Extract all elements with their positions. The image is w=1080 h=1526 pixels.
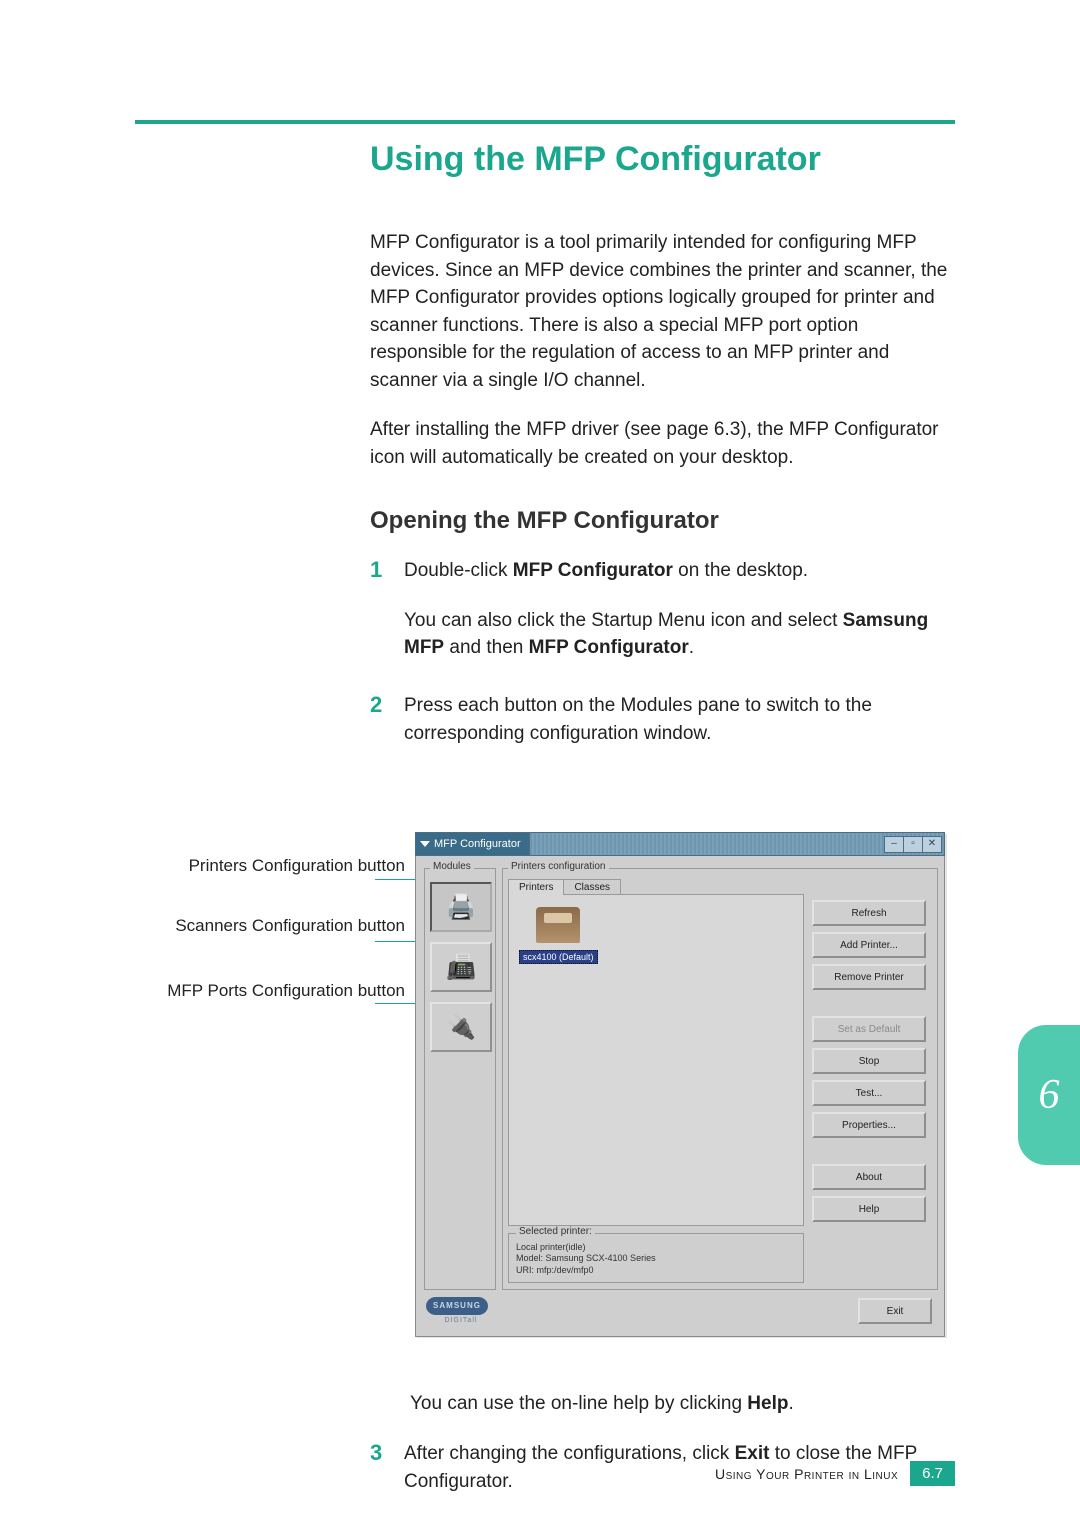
printers-config-label: Printers configuration <box>508 861 609 872</box>
step-1-line-1: Double-click MFP Configurator on the des… <box>404 557 955 585</box>
remove-printer-button[interactable]: Remove Printer <box>812 964 926 990</box>
step-2-line-1: Press each button on the Modules pane to… <box>404 692 955 747</box>
test-button[interactable]: Test... <box>812 1080 926 1106</box>
properties-button[interactable]: Properties... <box>812 1112 926 1138</box>
scanner-icon: 📠 <box>446 953 476 982</box>
callout-scanners-config: Scanners Configuration button <box>145 915 405 936</box>
section-heading: Opening the MFP Configurator <box>370 507 955 535</box>
printer-item[interactable]: scx4100 (Default) <box>519 907 598 965</box>
window-title: MFP Configurator <box>434 838 521 850</box>
intro-paragraph-1: MFP Configurator is a tool primarily int… <box>370 229 955 394</box>
callout-printers-config: Printers Configuration button <box>145 855 405 876</box>
step-number: 1 <box>370 557 404 684</box>
window-menu-icon[interactable] <box>420 841 430 847</box>
help-button[interactable]: Help <box>812 1196 926 1222</box>
page-number-badge: 6.7 <box>910 1461 955 1486</box>
scanners-config-button[interactable]: 📠 <box>430 942 492 992</box>
step-2: 2 Press each button on the Modules pane … <box>370 692 955 769</box>
about-button[interactable]: About <box>812 1164 926 1190</box>
mfp-ports-config-button[interactable]: 🔌 <box>430 1002 492 1052</box>
step-1-line-2: You can also click the Startup Menu icon… <box>404 607 955 662</box>
selected-printer-info: Local printer(idle) Model: Samsung SCX-4… <box>516 1242 656 1276</box>
window-titlebar[interactable]: MFP Configurator – ▫ ✕ <box>415 832 945 856</box>
brand-logo: SAMSUNG DIGITall <box>426 1297 496 1324</box>
minimize-button[interactable]: – <box>884 836 904 853</box>
footer-section-title: Using Your Printer in Linux <box>715 1466 898 1482</box>
stop-button[interactable]: Stop <box>812 1048 926 1074</box>
modules-label: Modules <box>430 861 474 872</box>
step-2-after: You can use the on-line help by clicking… <box>410 1390 955 1418</box>
exit-button[interactable]: Exit <box>858 1298 932 1324</box>
printer-item-icon <box>536 907 580 943</box>
printers-config-button[interactable]: 🖨️ <box>430 882 492 932</box>
intro-paragraph-2: After installing the MFP driver (see pag… <box>370 416 955 471</box>
step-1: 1 Double-click MFP Configurator on the d… <box>370 557 955 684</box>
page-title: Using the MFP Configurator <box>370 140 955 179</box>
port-icon: 🔌 <box>446 1013 476 1042</box>
set-default-button[interactable]: Set as Default <box>812 1016 926 1042</box>
callout-mfp-ports-config: MFP Ports Configuration button <box>145 980 405 1001</box>
printer-item-label: scx4100 (Default) <box>519 950 598 964</box>
tab-printers[interactable]: Printers <box>508 879 564 895</box>
chapter-tab: 6 <box>1018 1025 1080 1165</box>
brand-tagline: DIGITall <box>426 1317 496 1324</box>
tab-classes[interactable]: Classes <box>563 879 621 895</box>
printer-icon: 🖨️ <box>446 893 476 922</box>
selected-printer-label: Selected printer: <box>516 1226 595 1237</box>
step-number: 2 <box>370 692 404 769</box>
printers-list[interactable]: scx4100 (Default) <box>508 894 804 1226</box>
refresh-button[interactable]: Refresh <box>812 900 926 926</box>
brand-name: SAMSUNG <box>426 1297 488 1315</box>
maximize-button[interactable]: ▫ <box>903 836 923 853</box>
add-printer-button[interactable]: Add Printer... <box>812 932 926 958</box>
top-rule <box>135 120 955 124</box>
close-button[interactable]: ✕ <box>922 836 942 853</box>
mfp-configurator-window: MFP Configurator – ▫ ✕ Modules 🖨️ 📠 🔌 Pr… <box>415 832 945 1336</box>
